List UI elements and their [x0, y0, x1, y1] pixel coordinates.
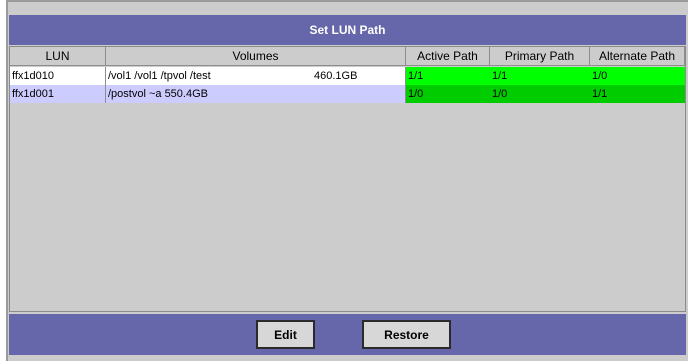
edit-button[interactable]: Edit [256, 320, 315, 349]
alternate-path-cell: 1/0 [590, 67, 685, 85]
column-header-volumes[interactable]: Volumes [106, 47, 406, 66]
column-divider [405, 85, 406, 103]
lun-path-table: LUN Volumes Active Path Primary Path Alt… [9, 46, 686, 312]
panel-title: Set LUN Path [9, 15, 686, 45]
column-header-primary-path[interactable]: Primary Path [490, 47, 590, 66]
button-bar [9, 314, 686, 355]
volumes-text: /vol1 /vol1 /tpvol /test [108, 70, 211, 82]
table-row[interactable]: ffx1d010 /vol1 /vol1 /tpvol /test 460.1G… [10, 67, 685, 85]
column-header-lun[interactable]: LUN [10, 47, 106, 66]
column-divider [405, 67, 406, 85]
restore-button[interactable]: Restore [362, 320, 451, 349]
primary-path-cell: 1/0 [490, 85, 590, 103]
active-path-cell: 1/0 [406, 85, 490, 103]
volumes-cell: /vol1 /vol1 /tpvol /test 460.1GB [106, 67, 406, 85]
lun-cell: ffx1d010 [10, 67, 106, 85]
column-header-alternate-path[interactable]: Alternate Path [590, 47, 685, 66]
active-path-cell: 1/1 [406, 67, 490, 85]
column-divider [105, 67, 106, 85]
column-header-active-path[interactable]: Active Path [406, 47, 490, 66]
volume-size: 460.1GB [314, 70, 358, 82]
alternate-path-cell: 1/1 [590, 85, 685, 103]
volumes-cell: /postvol ~a 550.4GB [106, 85, 406, 103]
column-divider [105, 85, 106, 103]
lun-cell: ffx1d001 [10, 85, 106, 103]
table-row[interactable]: ffx1d001 /postvol ~a 550.4GB 1/0 1/0 1/1 [10, 85, 685, 103]
primary-path-cell: 1/1 [490, 67, 590, 85]
